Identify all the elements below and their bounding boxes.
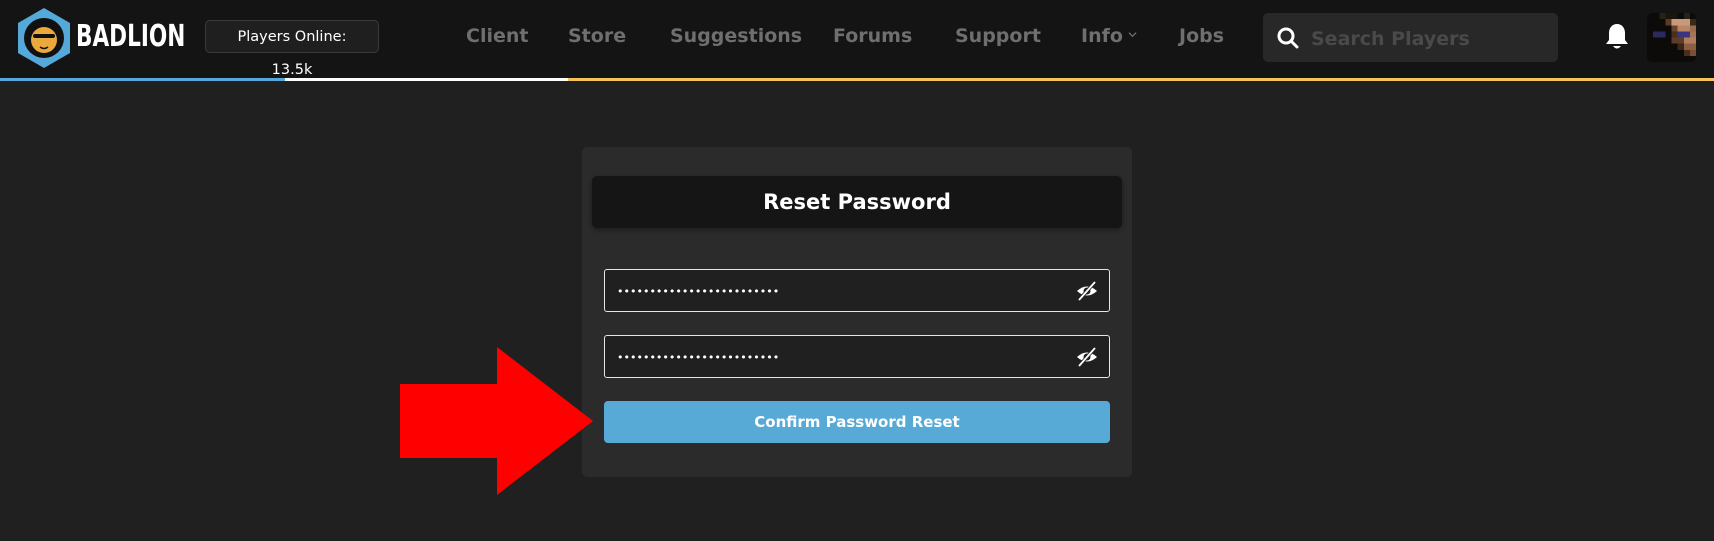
nav-info-label: Info: [1081, 25, 1123, 47]
new-password-input[interactable]: [615, 270, 1059, 313]
confirm-password-field[interactable]: [604, 335, 1110, 379]
reset-password-title: Reset Password: [592, 176, 1122, 228]
nav-jobs[interactable]: Jobs: [1179, 22, 1224, 50]
search-players-box[interactable]: [1263, 13, 1558, 64]
players-online-badge: Players Online: 13.5k: [205, 20, 379, 78]
nav-store[interactable]: Store: [568, 22, 626, 50]
accent-stripe-white: [285, 78, 568, 81]
top-navigation-bar: BADLION Players Online: 13.5k Client Sto…: [0, 0, 1714, 78]
confirm-password-reset-button[interactable]: Confirm Password Reset: [604, 401, 1110, 443]
nav-client[interactable]: Client: [466, 22, 528, 50]
accent-stripe-blue: [0, 78, 285, 81]
search-players-input[interactable]: [1309, 13, 1553, 64]
nav-info[interactable]: Info: [1081, 22, 1137, 50]
eye-slash-icon[interactable]: [1075, 280, 1099, 302]
brand-name[interactable]: BADLION: [76, 17, 185, 57]
search-icon: [1277, 27, 1299, 49]
badlion-logo-icon[interactable]: [16, 7, 72, 69]
reset-password-card: Reset Password Confirm Password Reset: [582, 147, 1132, 477]
confirm-password-input[interactable]: [615, 336, 1059, 379]
user-avatar[interactable]: [1647, 13, 1696, 62]
bell-icon[interactable]: [1604, 22, 1630, 52]
chevron-down-icon: [1128, 32, 1137, 38]
nav-support[interactable]: Support: [955, 22, 1041, 50]
nav-forums[interactable]: Forums: [833, 22, 912, 50]
nav-suggestions[interactable]: Suggestions: [670, 22, 802, 50]
new-password-field[interactable]: [604, 269, 1110, 313]
accent-stripe-yellow: [568, 78, 1714, 81]
red-arrow-annotation-icon: [400, 347, 593, 495]
eye-slash-icon[interactable]: [1075, 346, 1099, 368]
